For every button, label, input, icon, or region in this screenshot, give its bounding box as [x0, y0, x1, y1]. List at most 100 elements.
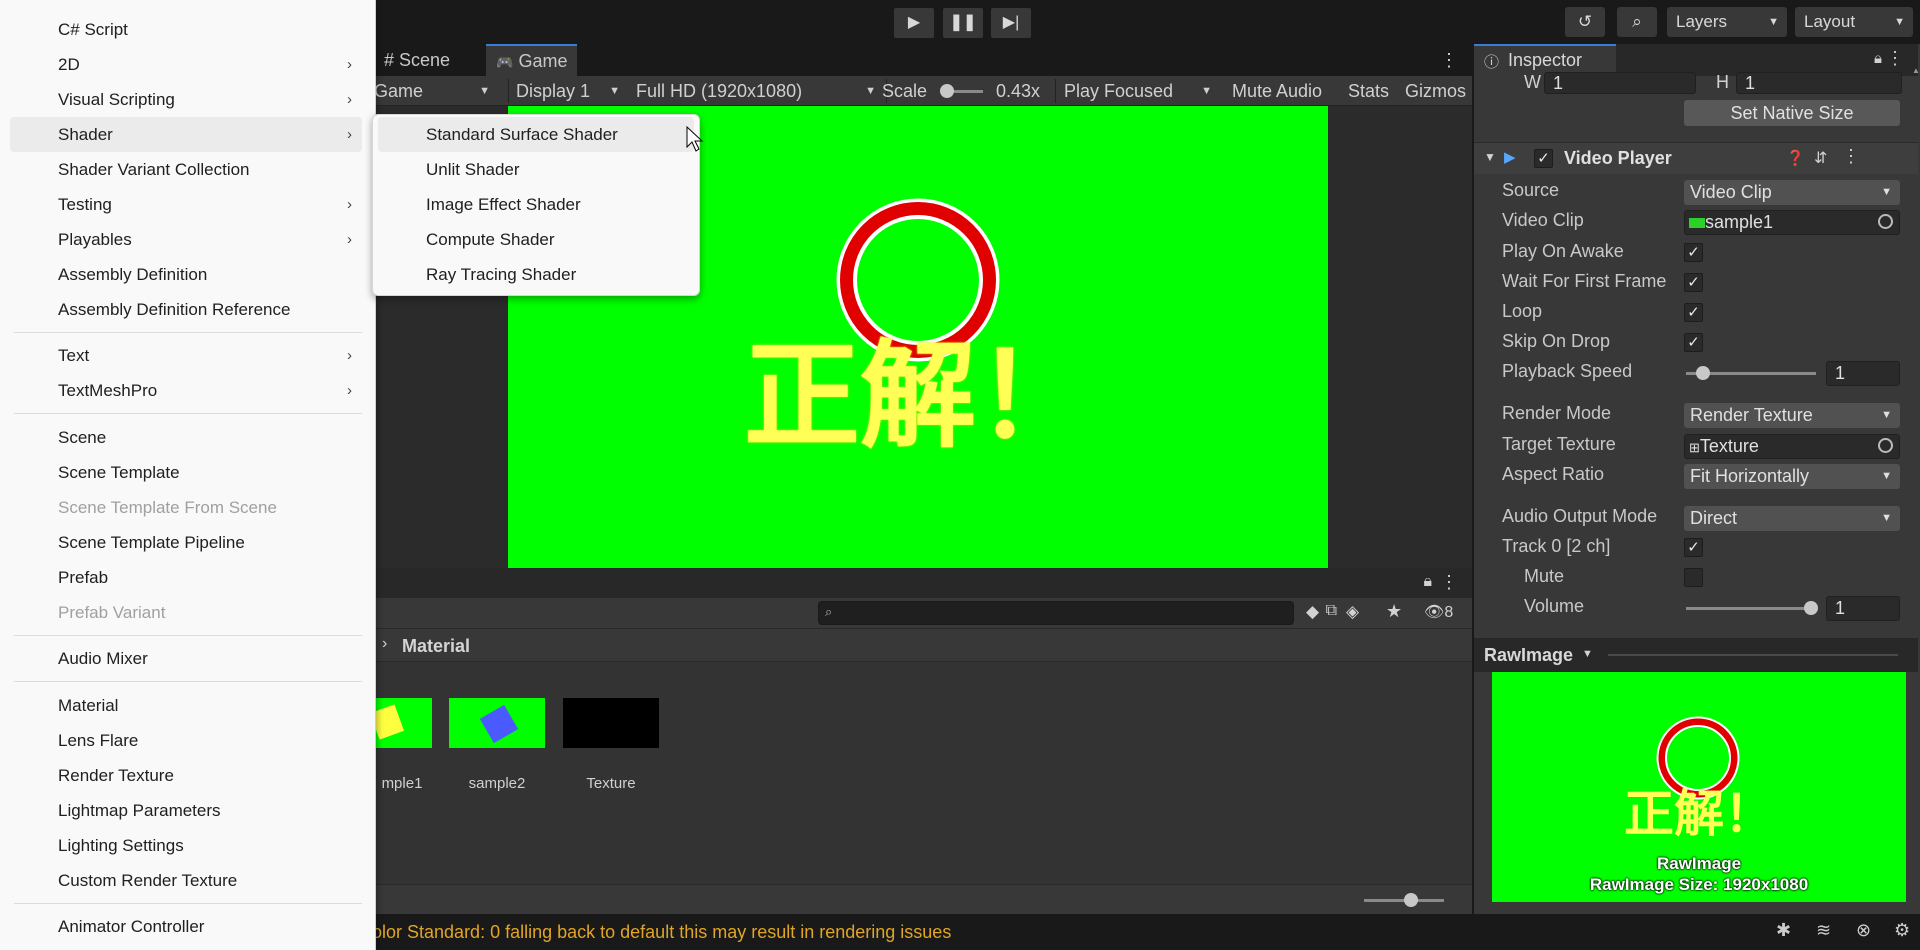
mute-checkbox[interactable] [1684, 568, 1703, 587]
layout-dropdown[interactable]: Layout ▼ [1795, 7, 1913, 37]
menu-item-audio-mixer[interactable]: Audio Mixer [10, 641, 362, 676]
foldout-arrow-icon[interactable]: ▼ [1484, 150, 1496, 164]
menu-item-scene-template[interactable]: Scene Template [10, 455, 362, 490]
volume-field[interactable]: 1 [1826, 596, 1900, 621]
search-by-type-icon[interactable]: ⧉ [1326, 602, 1337, 620]
menu-item-playables[interactable]: Playables › [10, 222, 362, 257]
loop-checkbox[interactable]: ✓ [1684, 303, 1703, 322]
step-button[interactable]: ▶| [991, 8, 1031, 38]
tab-scene[interactable]: # Scene [374, 44, 460, 76]
menu-item-lightmap-parameters[interactable]: Lightmap Parameters [10, 793, 362, 828]
kebab-menu-icon[interactable]: ⋮ [1440, 572, 1458, 593]
menu-item-testing[interactable]: Testing › [10, 187, 362, 222]
wait-first-frame-checkbox[interactable]: ✓ [1684, 273, 1703, 292]
object-picker-icon[interactable] [1878, 438, 1893, 453]
render-mode-dropdown[interactable]: Render Texture ▼ [1684, 403, 1900, 428]
settings-icon[interactable]: ⚙ [1894, 920, 1910, 941]
menu-item-text[interactable]: Text › [10, 338, 362, 373]
kebab-menu-icon[interactable]: ⋮ [1440, 50, 1458, 71]
mute-audio-toggle[interactable]: Mute Audio [1232, 76, 1322, 106]
lock-icon[interactable]: 🔒︎ [1423, 573, 1432, 591]
history-button[interactable]: ↺ [1565, 7, 1605, 37]
video-clip-field[interactable]: sample1 [1684, 210, 1900, 235]
skip-on-drop-checkbox[interactable]: ✓ [1684, 333, 1703, 352]
play-on-awake-checkbox[interactable]: ✓ [1684, 243, 1703, 262]
label-icon[interactable]: ◈ [1346, 602, 1359, 622]
star-icon[interactable]: ★ [1386, 601, 1402, 622]
menu-item-shader[interactable]: Shader › [10, 117, 362, 152]
audio-output-dropdown[interactable]: Direct ▼ [1684, 506, 1900, 531]
menu-item-2d[interactable]: 2D › [10, 47, 362, 82]
menu-item-shader-variant-collection[interactable]: Shader Variant Collection [10, 152, 362, 187]
submenu-item-image-effect-shader[interactable]: Image Effect Shader [378, 187, 694, 222]
menu-item-animator-controller[interactable]: Animator Controller [10, 909, 362, 944]
play-mode-dropdown[interactable]: Play Focused ▼ [1064, 76, 1218, 106]
submenu-item-compute-shader[interactable]: Compute Shader [378, 222, 694, 257]
menu-item-scene[interactable]: Scene [10, 420, 362, 455]
submenu-item-standard-surface-shader[interactable]: Standard Surface Shader [378, 117, 694, 152]
preview-size: RawImage Size: 1920x1080 [1589, 875, 1809, 894]
debug-icon[interactable]: ✱ [1776, 920, 1791, 941]
pause-button[interactable]: ❚❚ [943, 8, 983, 38]
menu-item-prefab[interactable]: Prefab [10, 560, 362, 595]
breadcrumb-folder[interactable]: Material [402, 636, 470, 657]
asset-thumbnail[interactable] [372, 698, 432, 748]
aspect-ratio-dropdown[interactable]: Fit Horizontally ▼ [1684, 464, 1900, 489]
chevron-down-icon[interactable]: ▼ [1582, 648, 1593, 660]
menu-item-material[interactable]: Material [10, 688, 362, 723]
layers-stack-icon[interactable]: ≋ [1816, 920, 1831, 941]
kebab-menu-icon[interactable]: ⋮ [1886, 48, 1904, 69]
menu-item-assembly-definition-reference[interactable]: Assembly Definition Reference [10, 292, 362, 327]
play-button[interactable]: ▶ [894, 8, 934, 38]
menu-item-visual-scripting[interactable]: Visual Scripting › [10, 82, 362, 117]
layers-dropdown[interactable]: Layers ▼ [1667, 7, 1787, 37]
object-picker-icon[interactable] [1878, 214, 1893, 229]
menu-item-scene-template-pipeline[interactable]: Scene Template Pipeline [10, 525, 362, 560]
menu-item-custom-render-texture[interactable]: Custom Render Texture [10, 863, 362, 898]
filter-type-icon[interactable]: ◆ [1306, 602, 1319, 622]
menu-item-lighting-settings[interactable]: Lighting Settings [10, 828, 362, 863]
playback-speed-field[interactable]: 1 [1826, 361, 1900, 386]
menu-item-textmeshpro[interactable]: TextMeshPro › [10, 373, 362, 408]
scale-slider-knob[interactable] [940, 84, 954, 98]
kebab-menu-icon[interactable]: ⋮ [1842, 146, 1860, 167]
target-texture-field[interactable]: ⊞Texture [1684, 434, 1900, 459]
volume-slider[interactable] [1686, 607, 1816, 610]
asset-thumbnail[interactable] [563, 698, 659, 748]
component-enabled-checkbox[interactable]: ✓ [1534, 149, 1553, 168]
stats-toggle[interactable]: Stats [1348, 76, 1389, 106]
volume-knob[interactable] [1804, 601, 1818, 615]
thumbnail-size-knob[interactable] [1404, 893, 1418, 907]
display-dropdown[interactable]: Display 1 ▼ [516, 76, 628, 106]
asset-thumbnail[interactable] [449, 698, 545, 748]
game-mode-dropdown[interactable]: Game ▼ [374, 76, 500, 106]
scroll-up-icon[interactable]: ▲ [1912, 66, 1920, 75]
submenu-item-ray-tracing-shader[interactable]: Ray Tracing Shader [378, 257, 694, 292]
track0-checkbox[interactable]: ✓ [1684, 538, 1703, 557]
search-button[interactable]: ⌕ [1617, 7, 1657, 37]
status-message[interactable]: olor Standard: 0 falling back to default… [372, 922, 951, 943]
preview-title[interactable]: RawImage [1484, 645, 1573, 666]
help-icon[interactable]: ❓ [1786, 149, 1805, 167]
tab-game[interactable]: 🎮 Game [486, 44, 578, 76]
video-player-header[interactable]: ▼ ▶ ✓ Video Player ❓ ⇵ ⋮ [1474, 142, 1918, 174]
network-icon[interactable]: ⊗ [1856, 920, 1871, 941]
menu-item-render-texture[interactable]: Render Texture [10, 758, 362, 793]
project-search-input[interactable]: ⌕ ⧉ [818, 601, 1337, 625]
height-field[interactable]: 1 [1736, 72, 1902, 94]
set-native-size-button[interactable]: Set Native Size [1684, 100, 1900, 126]
hidden-packages-toggle[interactable]: 👁︎8 [1424, 602, 1453, 622]
gizmos-toggle[interactable]: Gizmos [1405, 76, 1466, 106]
width-field[interactable]: 1 [1544, 72, 1696, 94]
preview-drag-handle[interactable] [1608, 654, 1898, 656]
inspector-scrollbar[interactable]: ▲ [1912, 66, 1920, 636]
submenu-item-unlit-shader[interactable]: Unlit Shader [378, 152, 694, 187]
playback-speed-knob[interactable] [1696, 366, 1710, 380]
lock-icon[interactable]: 🔒︎ [1874, 50, 1882, 67]
menu-item-csharp-script[interactable]: C# Script [10, 12, 362, 47]
menu-item-lens-flare[interactable]: Lens Flare [10, 723, 362, 758]
source-dropdown[interactable]: Video Clip ▼ [1684, 180, 1900, 205]
resolution-dropdown[interactable]: Full HD (1920x1080) ▼ [636, 76, 884, 106]
preset-icon[interactable]: ⇵ [1814, 148, 1827, 168]
menu-item-assembly-definition[interactable]: Assembly Definition [10, 257, 362, 292]
